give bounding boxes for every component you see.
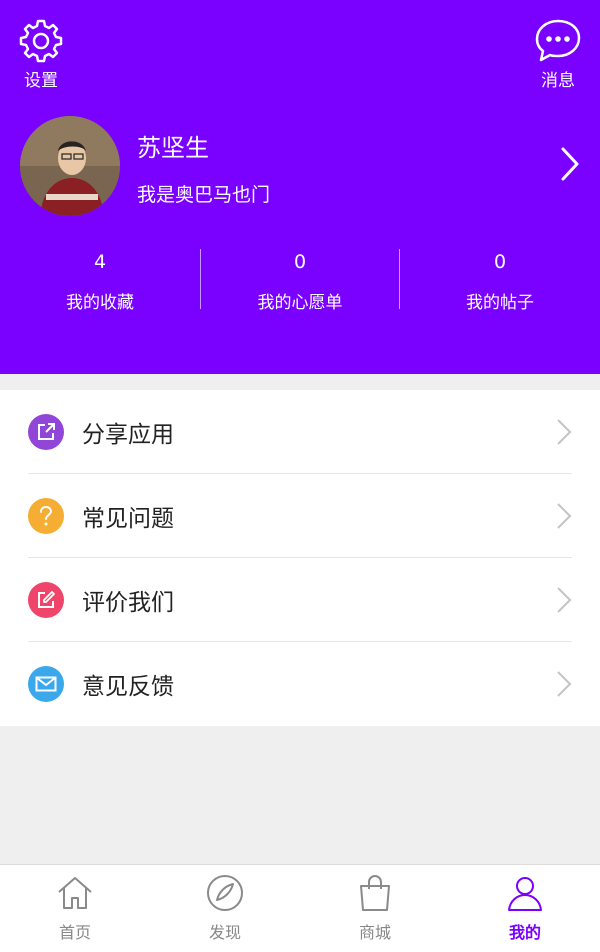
tab-label: 我的 <box>508 923 541 942</box>
stat-divider <box>200 249 201 309</box>
settings-menu: 分享应用 常见问题 评价我们 意见反馈 <box>0 390 600 726</box>
chat-bubble-icon <box>535 19 581 62</box>
chevron-right-icon <box>557 587 572 613</box>
question-icon <box>28 498 64 534</box>
tab-label: 商城 <box>358 923 391 942</box>
tab-discover[interactable]: 发现 <box>150 865 300 952</box>
tab-label: 发现 <box>208 923 241 942</box>
stat-favorites[interactable]: 4 我的收藏 <box>0 248 200 313</box>
profile-detail-arrow[interactable] <box>560 146 580 186</box>
stat-label: 我的帖子 <box>466 293 534 313</box>
settings-button[interactable]: 设置 <box>18 18 64 91</box>
chevron-right-icon <box>557 419 572 445</box>
chevron-right-icon <box>557 503 572 529</box>
stat-count: 4 <box>93 251 107 273</box>
menu-item-rate[interactable]: 评价我们 <box>0 558 600 642</box>
menu-item-label: 意见反馈 <box>82 674 174 700</box>
chevron-right-icon <box>557 671 572 697</box>
menu-item-label: 分享应用 <box>82 422 174 448</box>
message-label: 消息 <box>541 71 575 91</box>
settings-label: 设置 <box>24 71 58 91</box>
gear-icon <box>19 19 63 63</box>
stats-row: 4 我的收藏 0 我的心愿单 0 我的帖子 <box>0 248 600 313</box>
share-icon <box>28 414 64 450</box>
stat-posts[interactable]: 0 我的帖子 <box>400 248 600 313</box>
home-icon <box>58 877 92 909</box>
stat-label: 我的心愿单 <box>257 293 343 313</box>
stat-divider <box>399 249 400 309</box>
menu-item-faq[interactable]: 常见问题 <box>0 474 600 558</box>
menu-item-label: 评价我们 <box>82 590 174 616</box>
mail-icon <box>28 666 64 702</box>
chevron-right-icon <box>561 147 579 181</box>
tab-home[interactable]: 首页 <box>0 865 150 952</box>
shopping-bag-icon <box>360 875 390 911</box>
stat-count: 0 <box>293 251 307 273</box>
compass-icon <box>207 875 243 911</box>
bottom-tab-bar: 首页 发现 商城 我的 <box>0 864 600 952</box>
user-signature: 我是奥巴马也门 <box>137 184 271 206</box>
stat-count: 0 <box>493 251 507 273</box>
menu-item-share[interactable]: 分享应用 <box>0 390 600 474</box>
user-name: 苏坚生 <box>137 134 209 162</box>
user-icon <box>508 877 542 911</box>
stat-label: 我的收藏 <box>66 293 134 313</box>
message-button[interactable]: 消息 <box>534 18 582 91</box>
tab-mine[interactable]: 我的 <box>450 865 600 952</box>
tab-label: 首页 <box>58 923 91 942</box>
avatar[interactable] <box>20 116 120 216</box>
edit-icon <box>28 582 64 618</box>
tab-mall[interactable]: 商城 <box>300 865 450 952</box>
stat-wishlist[interactable]: 0 我的心愿单 <box>200 248 400 313</box>
menu-item-label: 常见问题 <box>82 506 174 532</box>
profile-header: 设置 消息 苏坚生 我是奥巴马也门 4 我的收藏 0 我的心愿单 0 我的帖子 <box>0 0 600 374</box>
menu-item-feedback[interactable]: 意见反馈 <box>0 642 600 726</box>
